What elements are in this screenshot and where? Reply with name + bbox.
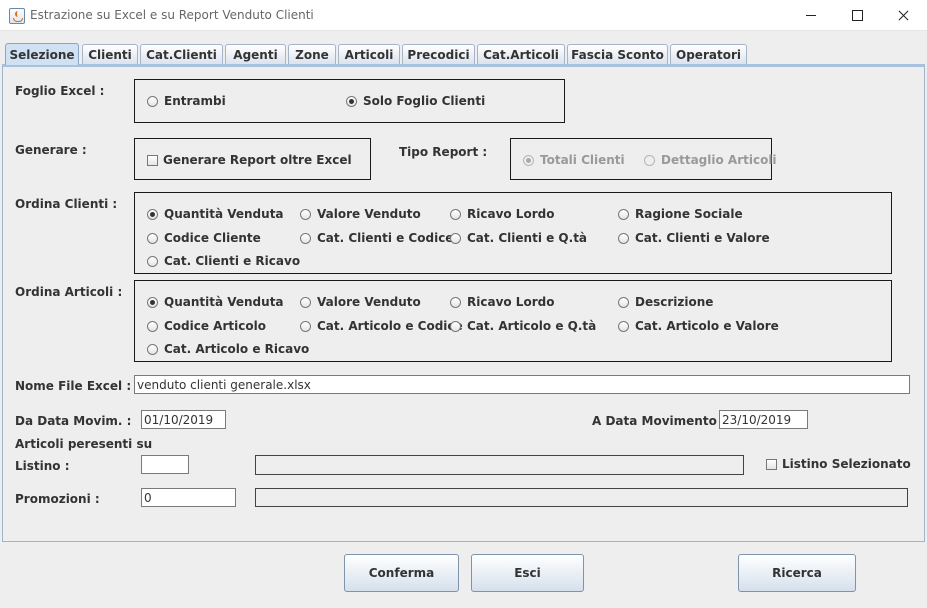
radio-articoli-valore-venduto[interactable]: Valore Venduto (300, 295, 421, 309)
radio-circle-selected (147, 296, 158, 308)
radio-circle (147, 320, 158, 332)
radio-circle (147, 343, 158, 355)
radio-clienti-ricavo-lordo[interactable]: Ricavo Lordo (450, 207, 554, 221)
radio-circle-selected (147, 208, 158, 220)
radio-entrambi[interactable]: Entrambi (147, 94, 226, 108)
radio-circle (618, 296, 629, 308)
radio-circle (618, 320, 629, 332)
radio-solo-foglio-clienti[interactable]: Solo Foglio Clienti (346, 94, 485, 108)
tab-zone[interactable]: Zone (288, 44, 336, 64)
radio-circle (450, 320, 461, 332)
promozioni-label: Promozioni : (15, 492, 100, 506)
radio-articoli-cat-codice[interactable]: Cat. Articolo e Codice (300, 319, 463, 333)
radio-articoli-quantita-venduta[interactable]: Quantità Venduta (147, 295, 284, 309)
radio-clienti-codice-cliente[interactable]: Codice Cliente (147, 231, 261, 245)
window-title: Estrazione su Excel e su Report Venduto … (30, 8, 314, 22)
radio-circle-selected (346, 95, 357, 107)
maximize-icon[interactable] (834, 0, 880, 31)
radio-clienti-cat-valore[interactable]: Cat. Clienti e Valore (618, 231, 770, 245)
da-data-input[interactable] (141, 410, 226, 429)
radio-articoli-codice-articolo[interactable]: Codice Articolo (147, 319, 266, 333)
da-data-label: Da Data Movim. : (15, 414, 132, 428)
radio-clienti-quantita-venduta[interactable]: Quantità Venduta (147, 207, 284, 221)
tab-fascia-sconto[interactable]: Fascia Sconto (567, 44, 668, 64)
tipo-report-label: Tipo Report : (399, 145, 488, 159)
radio-circle (300, 320, 311, 332)
nome-file-label: Nome File Excel : (15, 379, 132, 393)
radio-circle (300, 208, 311, 220)
radio-articoli-cat-qta[interactable]: Cat. Articolo e Q.tà (450, 319, 596, 333)
tab-precodici[interactable]: Precodici (402, 44, 475, 64)
tab-selezione[interactable]: Selezione (5, 43, 79, 65)
radio-clienti-cat-qta[interactable]: Cat. Clienti e Q.tà (450, 231, 587, 245)
checkbox-box (147, 154, 158, 166)
listino-description (255, 455, 744, 475)
minimize-icon[interactable] (788, 0, 834, 31)
radio-articoli-cat-ricavo[interactable]: Cat. Articolo e Ricavo (147, 342, 309, 356)
radio-circle (300, 296, 311, 308)
radio-circle (644, 154, 655, 166)
radio-articoli-cat-valore[interactable]: Cat. Articolo e Valore (618, 319, 779, 333)
radio-clienti-ragione-sociale[interactable]: Ragione Sociale (618, 207, 743, 221)
radio-circle-selected (523, 154, 534, 166)
a-data-input[interactable] (719, 410, 808, 429)
radio-circle (450, 208, 461, 220)
esci-button[interactable]: Esci (471, 554, 584, 592)
radio-clienti-valore-venduto[interactable]: Valore Venduto (300, 207, 421, 221)
tab-operatori[interactable]: Operatori (670, 44, 747, 64)
listino-label: Listino : (15, 459, 70, 473)
generare-label: Generare : (15, 143, 87, 157)
radio-circle (147, 255, 158, 267)
ricerca-button[interactable]: Ricerca (738, 554, 856, 592)
radio-circle (450, 232, 461, 244)
foglio-excel-label: Foglio Excel : (15, 84, 105, 98)
ordina-clienti-label: Ordina Clienti : (15, 197, 118, 211)
checkbox-generare-report[interactable]: Generare Report oltre Excel (147, 153, 352, 167)
radio-circle (450, 296, 461, 308)
nome-file-input[interactable] (134, 375, 910, 394)
radio-circle (300, 232, 311, 244)
conferma-button[interactable]: Conferma (344, 554, 459, 592)
close-icon[interactable] (880, 0, 926, 31)
radio-clienti-cat-codice[interactable]: Cat. Clienti e Codice (300, 231, 453, 245)
radio-articoli-descrizione[interactable]: Descrizione (618, 295, 713, 309)
checkbox-box (766, 458, 777, 470)
tab-articoli[interactable]: Articoli (338, 44, 400, 64)
promozioni-input[interactable] (141, 488, 236, 507)
tab-cat-clienti[interactable]: Cat.Clienti (140, 44, 223, 64)
radio-circle (147, 232, 158, 244)
radio-clienti-cat-ricavo[interactable]: Cat. Clienti e Ricavo (147, 254, 300, 268)
radio-totali-clienti[interactable]: Totali Clienti (523, 153, 625, 167)
radio-circle (618, 232, 629, 244)
radio-articoli-ricavo-lordo[interactable]: Ricavo Lordo (450, 295, 554, 309)
java-app-icon (9, 8, 25, 24)
a-data-label: A Data Movimento : (592, 414, 726, 428)
radio-dettaglio-articoli[interactable]: Dettaglio Articoli (644, 153, 777, 167)
listino-code-input[interactable] (141, 455, 189, 474)
articoli-presenti-label: Articoli peresenti su (15, 437, 153, 451)
checkbox-listino-selezionato[interactable]: Listino Selezionato (766, 457, 911, 471)
radio-circle (147, 95, 158, 107)
tab-cat-articoli[interactable]: Cat.Articoli (477, 44, 565, 64)
tab-clienti[interactable]: Clienti (82, 44, 138, 64)
promozioni-description (255, 488, 908, 507)
tab-agenti[interactable]: Agenti (225, 44, 286, 64)
ordina-articoli-label: Ordina Articoli : (15, 285, 123, 299)
radio-circle (618, 208, 629, 220)
